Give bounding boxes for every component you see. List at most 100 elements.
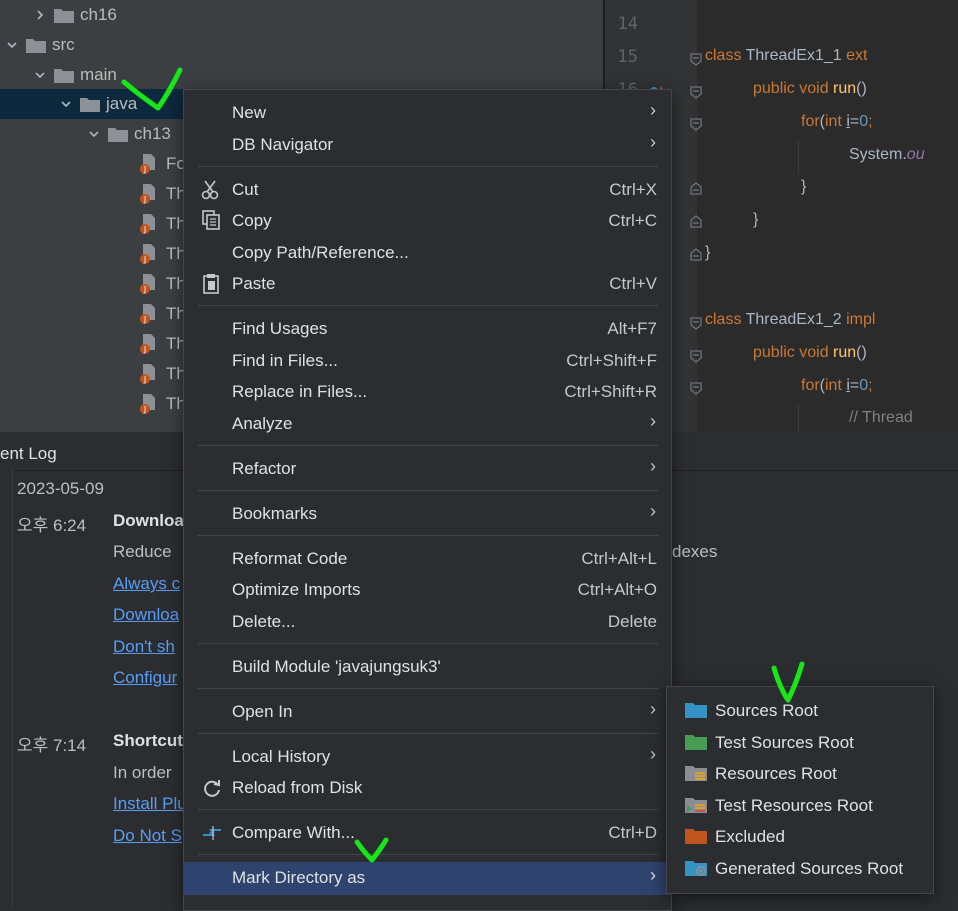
fold-marker-icon[interactable]	[689, 182, 703, 196]
menu-item-label: DB Navigator	[232, 135, 334, 154]
submenu-item-resources-root[interactable]: Resources Root	[667, 759, 931, 790]
log-link[interactable]: Install Plu	[113, 794, 187, 814]
menu-item-copy[interactable]: Copy Ctrl+C	[183, 206, 672, 237]
menu-item-local-history[interactable]: Local History ›	[183, 742, 672, 773]
svg-text:J: J	[143, 375, 146, 384]
java-file-icon: J	[138, 333, 158, 355]
menu-item-new[interactable]: New ›	[183, 98, 672, 129]
menu-item-label: Optimize Imports	[232, 580, 361, 599]
submenu-item-excluded[interactable]: Excluded	[667, 822, 931, 853]
menu-item-cut[interactable]: Cut Ctrl+X	[183, 175, 672, 206]
java-file-icon: J	[138, 273, 158, 295]
code-line: public void run()	[753, 344, 867, 361]
menu-item-reload-from-disk[interactable]: Reload from Disk	[183, 773, 672, 804]
menu-item-label: Delete...	[232, 612, 296, 631]
chevron-right-icon[interactable]	[32, 7, 48, 23]
menu-item-analyze[interactable]: Analyze ›	[183, 409, 672, 440]
menu-item-reformat-code[interactable]: Reformat Code Ctrl+Alt+L	[183, 544, 672, 575]
tree-item-label: src	[52, 35, 75, 54]
excluded-folder-icon	[685, 828, 707, 846]
menu-item-replace-in-files[interactable]: Replace in Files... Ctrl+Shift+R	[183, 377, 672, 408]
chevron-right-icon: ›	[650, 132, 656, 152]
menu-item-mark-directory-as[interactable]: Mark Directory as ›	[183, 862, 672, 895]
menu-item-open-in[interactable]: Open In ›	[183, 697, 672, 728]
indent-guide	[798, 404, 799, 432]
submenu-item-test-resources-root[interactable]: Test Resources Root	[667, 791, 931, 822]
fold-marker-icon[interactable]	[689, 52, 703, 66]
menu-item-refactor[interactable]: Refactor ›	[183, 454, 672, 485]
menu-item-find-usages[interactable]: Find Usages Alt+F7	[183, 314, 672, 345]
menu-separator	[198, 733, 658, 734]
menu-item-shortcut: Ctrl+C	[608, 211, 657, 230]
menu-item-label: Reformat Code	[232, 549, 348, 568]
code-line: for(int i=0;	[801, 113, 878, 130]
menu-item-shortcut: Ctrl+X	[609, 180, 657, 199]
fold-marker-icon[interactable]	[689, 215, 703, 229]
resources-root-folder-icon	[685, 765, 707, 783]
log-title: Shortcut	[113, 731, 183, 750]
log-link[interactable]: Do Not S	[113, 826, 182, 846]
menu-item-build-module[interactable]: Build Module 'javajungsuk3'	[183, 652, 672, 683]
log-link[interactable]: Downloa	[113, 605, 179, 625]
menu-item-compare-with[interactable]: Compare With... Ctrl+D	[183, 818, 672, 849]
code-line: class ThreadEx1_1 ext	[705, 47, 868, 64]
fold-marker-icon[interactable]	[689, 381, 703, 395]
fold-marker-icon[interactable]	[689, 349, 703, 363]
folder-icon	[108, 127, 128, 142]
folder-icon	[80, 97, 100, 112]
test-resources-root-folder-icon	[685, 797, 707, 815]
menu-item-paste[interactable]: Paste Ctrl+V	[183, 269, 672, 300]
submenu-item-test-sources-root[interactable]: Test Sources Root	[667, 728, 931, 759]
log-time: 오후 7:14	[17, 736, 87, 755]
tree-item-src[interactable]: src	[0, 30, 603, 60]
menu-item-shortcut: Ctrl+Alt+L	[581, 549, 657, 568]
fold-marker-icon[interactable]	[689, 85, 703, 99]
fold-marker-icon[interactable]	[689, 117, 703, 131]
menu-item-label: Open In	[232, 702, 293, 721]
menu-item-label: New	[232, 103, 267, 122]
submenu-item-label: Resources Root	[715, 764, 837, 783]
green-checkmark-annotation	[771, 661, 805, 703]
menu-separator	[198, 490, 658, 491]
chevron-down-icon[interactable]	[58, 96, 74, 112]
log-link[interactable]: Always c	[113, 574, 180, 594]
submenu-item-label: Test Sources Root	[715, 733, 854, 752]
tree-item-ch16[interactable]: ch16	[0, 0, 603, 30]
menu-item-find-in-files[interactable]: Find in Files... Ctrl+Shift+F	[183, 346, 672, 377]
line-number: 14	[617, 14, 638, 34]
menu-item-copy-path[interactable]: Copy Path/Reference...	[183, 238, 672, 269]
chevron-right-icon: ›	[650, 411, 656, 431]
tree-item-main[interactable]: main	[0, 60, 603, 90]
folder-icon	[26, 38, 46, 53]
menu-item-label: Cut	[232, 180, 259, 199]
line-number: 15	[617, 47, 638, 67]
log-link[interactable]: Configur	[113, 668, 177, 688]
log-date: 2023-05-09	[17, 479, 104, 498]
menu-item-delete[interactable]: Delete... Delete	[183, 607, 672, 638]
java-file-icon: J	[138, 153, 158, 175]
menu-item-db-navigator[interactable]: DB Navigator ›	[183, 130, 672, 161]
submenu-item-generated-sources-root[interactable]: Generated Sources Root	[667, 854, 931, 885]
log-body: Reduce	[113, 542, 172, 561]
menu-item-bookmarks[interactable]: Bookmarks ›	[183, 499, 672, 530]
chevron-right-icon: ›	[650, 744, 656, 764]
chevron-right-icon: ›	[650, 865, 656, 885]
menu-item-optimize-imports[interactable]: Optimize Imports Ctrl+Alt+O	[183, 575, 672, 606]
chevron-right-icon: ›	[650, 456, 656, 476]
java-file-icon: J	[138, 183, 158, 205]
chevron-down-icon[interactable]	[4, 37, 20, 53]
copy-icon	[201, 210, 223, 232]
generated-sources-root-folder-icon	[685, 860, 707, 878]
log-link[interactable]: Don't sh	[113, 637, 175, 657]
svg-text:J: J	[143, 315, 146, 324]
fold-marker-icon[interactable]	[689, 316, 703, 330]
menu-item-label: Find in Files...	[232, 351, 338, 370]
fold-marker-icon[interactable]	[689, 248, 703, 262]
folder-icon	[54, 68, 74, 83]
chevron-down-icon[interactable]	[86, 126, 102, 142]
java-file-icon: J	[138, 213, 158, 235]
log-body-tail: dexes	[672, 542, 718, 561]
tree-item-label: ch16	[80, 5, 117, 24]
chevron-down-icon[interactable]	[32, 67, 48, 83]
folder-icon	[54, 8, 74, 23]
